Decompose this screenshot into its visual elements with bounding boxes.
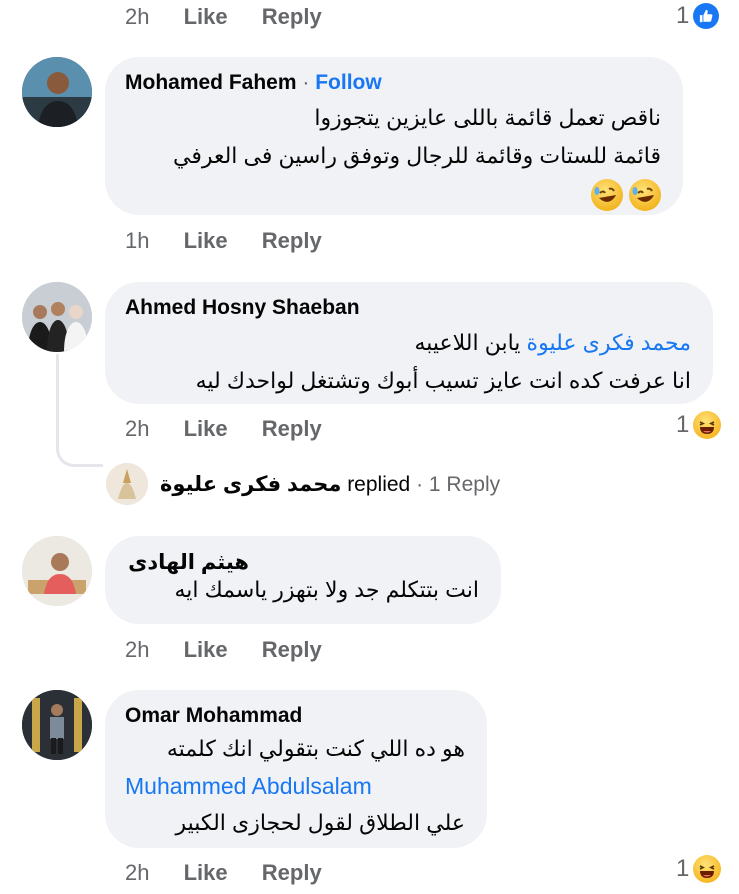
commenter-name-text[interactable]: Mohamed Fahem: [125, 71, 297, 94]
replied-label: replied: [347, 472, 411, 496]
rofl-icon: [629, 179, 661, 212]
reaction-count[interactable]: 1: [676, 2, 720, 30]
comment-text: ناقص تعمل قائمة باللى عايزين يتجوزوا قائ…: [127, 99, 661, 215]
comment-line: هو ده اللي كنت بتقولي انك كلمته: [166, 736, 465, 761]
reply-button[interactable]: Reply: [262, 4, 322, 29]
comment-line: ناقص تعمل قائمة باللى عايزين يتجوزوا: [314, 105, 661, 130]
mention-link[interactable]: Muhammed Abdulsalam: [125, 768, 465, 804]
like-button[interactable]: Like: [184, 860, 228, 885]
comment-line-text: يابن اللاعيبه: [414, 330, 527, 355]
comment-bubble: هيثم الهادى انت بتتكلم جد ولا بتهزر ياسم…: [105, 536, 501, 624]
separator: ·: [302, 71, 310, 94]
comment-time: 2h: [125, 4, 150, 29]
reaction-count-value: 1: [676, 411, 690, 438]
comment-time: 1h: [125, 228, 150, 253]
commenter-name[interactable]: Omar Mohammad: [125, 704, 465, 728]
reply-button[interactable]: Reply: [262, 637, 322, 662]
reply-button[interactable]: Reply: [262, 228, 322, 253]
comment-actions: 2h Like Reply: [125, 4, 350, 30]
haha-reaction-icon: [693, 411, 722, 439]
replier-name[interactable]: محمد فكرى عليوة: [160, 473, 341, 496]
comment-bubble: Ahmed Hosny Shaeban محمد فكرى عليوة يابن…: [105, 282, 713, 404]
separator: ·: [416, 472, 424, 496]
commenter-name[interactable]: Ahmed Hosny Shaeban: [125, 296, 691, 320]
follow-button[interactable]: Follow: [315, 71, 382, 94]
comment-actions: 2h Like Reply: [125, 860, 350, 886]
thread-line: [56, 354, 103, 467]
like-button[interactable]: Like: [184, 4, 228, 29]
comment-actions: 1h Like Reply: [125, 228, 350, 254]
mention-link[interactable]: محمد فكرى عليوة: [527, 330, 691, 355]
comment-line: علي الطلاق لقول لحجازى الكبير: [175, 810, 465, 835]
comment-actions: 2h Like Reply: [125, 637, 350, 663]
reaction-count[interactable]: 1: [676, 855, 722, 883]
reply-count[interactable]: 1 Reply: [429, 473, 500, 496]
reaction-count-value: 1: [676, 855, 690, 882]
avatar[interactable]: [22, 536, 92, 606]
comment-actions: 2h Like Reply: [125, 416, 350, 442]
avatar[interactable]: [22, 690, 92, 760]
haha-reaction-icon: [693, 855, 722, 883]
like-button[interactable]: Like: [184, 416, 228, 441]
commenter-name[interactable]: Mohamed Fahem · Follow: [125, 71, 661, 95]
avatar-small: [106, 463, 148, 505]
comment-text: محمد فكرى عليوة يابن اللاعيبه انا عرفت ك…: [127, 324, 691, 400]
reply-button[interactable]: Reply: [262, 416, 322, 441]
comment-text: هو ده اللي كنت بتقولي انك كلمته: [127, 730, 465, 768]
rofl-icon: [590, 179, 623, 212]
like-button[interactable]: Like: [184, 637, 228, 662]
reply-button[interactable]: Reply: [262, 860, 322, 885]
avatar[interactable]: [22, 282, 92, 352]
like-button[interactable]: Like: [184, 228, 228, 253]
comment-bubble: Omar Mohammad هو ده اللي كنت بتقولي انك …: [105, 690, 487, 848]
avatar[interactable]: [22, 57, 92, 127]
comment-line: محمد فكرى عليوة يابن اللاعيبه: [127, 324, 691, 362]
emoji-row: [127, 175, 661, 215]
comment-bubble: Mohamed Fahem · Follow ناقص تعمل قائمة ب…: [105, 57, 683, 215]
like-reaction-icon: [693, 3, 720, 29]
comment-line: انا عرفت كده انت عايز تسيب أبوك وتشتغل ل…: [195, 368, 691, 393]
comment-time: 2h: [125, 416, 150, 441]
comment-text: انت بتتكلم جد ولا بتهزر ياسمك ايه: [174, 577, 479, 602]
comment-time: 2h: [125, 637, 150, 662]
comment-time: 2h: [125, 860, 150, 885]
reaction-count-value: 1: [676, 2, 690, 29]
comment-line: قائمة للستات وقائمة للرجال وتوفق راسين ف…: [172, 143, 661, 168]
replies-toggle[interactable]: محمد فكرى عليوة replied · 1 Reply: [106, 463, 500, 505]
reaction-count[interactable]: 1: [676, 411, 722, 439]
